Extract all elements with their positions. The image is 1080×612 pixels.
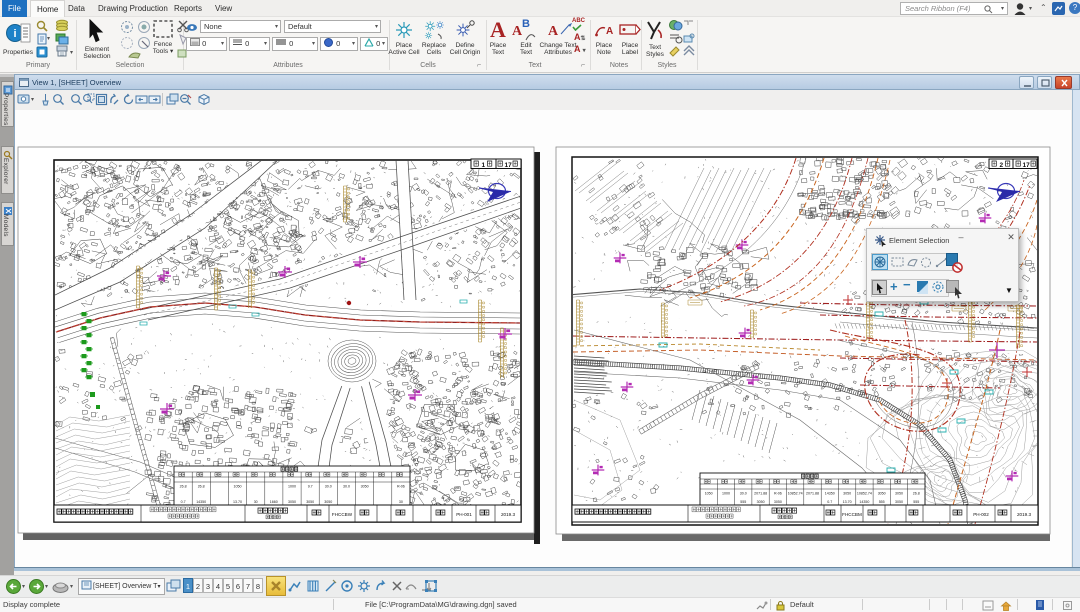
svg-text:13.70: 13.70 [233,500,242,504]
svg-text:30: 30 [399,500,403,504]
svg-text:555: 555 [879,500,885,504]
svg-text:0.7: 0.7 [827,500,832,504]
svg-text:14350: 14350 [825,492,835,496]
svg-text:3050: 3050 [895,500,903,504]
svg-text:3050: 3050 [361,485,369,489]
svg-text:30: 30 [254,500,258,504]
svg-text:PH-002: PH-002 [973,512,989,517]
svg-text:3050: 3050 [288,500,296,504]
svg-text:17: 17 [1023,162,1031,169]
svg-text:3050: 3050 [843,492,851,496]
svg-text:1660: 1660 [270,500,278,504]
svg-text:1050: 1050 [234,485,242,489]
svg-text:17: 17 [505,162,513,169]
svg-text:14350: 14350 [196,500,206,504]
svg-text:555: 555 [913,500,919,504]
svg-text:26.8: 26.8 [198,485,205,489]
svg-text:R-06: R-06 [397,485,405,489]
svg-text:2019.3: 2019.3 [501,512,515,517]
svg-text:13.70: 13.70 [843,500,852,504]
svg-text:555: 555 [740,500,746,504]
svg-text:2019.3: 2019.3 [1017,512,1031,517]
svg-text:3050: 3050 [895,492,903,496]
svg-text:2071.88: 2071.88 [754,492,767,496]
svg-text:9.7: 9.7 [308,485,313,489]
svg-text:14350: 14350 [859,500,869,504]
svg-text:2: 2 [1000,162,1004,169]
svg-text:0.7: 0.7 [181,500,186,504]
svg-text:1050: 1050 [705,492,713,496]
svg-text:30.0: 30.0 [325,485,332,489]
svg-text:10852.74: 10852.74 [788,492,803,496]
svg-text:FHCCBW: FHCCBW [332,512,353,517]
svg-text:PH-001: PH-001 [456,512,472,517]
svg-text:1000: 1000 [288,485,296,489]
svg-text:1000: 1000 [722,492,730,496]
svg-text:3050: 3050 [757,500,765,504]
svg-text:3050: 3050 [306,500,314,504]
svg-text:3050: 3050 [774,500,782,504]
svg-text:1: 1 [482,162,486,169]
svg-text:30.0: 30.0 [740,492,747,496]
svg-text:26.8: 26.8 [913,492,920,496]
svg-text:3050: 3050 [324,500,332,504]
svg-text:R-06: R-06 [774,492,782,496]
svg-text:30.0: 30.0 [343,485,350,489]
svg-text:3050: 3050 [878,492,886,496]
svg-text:2071.88: 2071.88 [806,492,819,496]
svg-text:FHCCBM: FHCCBM [842,512,862,517]
svg-text:26.8: 26.8 [180,485,187,489]
svg-text:10852.74: 10852.74 [857,492,872,496]
